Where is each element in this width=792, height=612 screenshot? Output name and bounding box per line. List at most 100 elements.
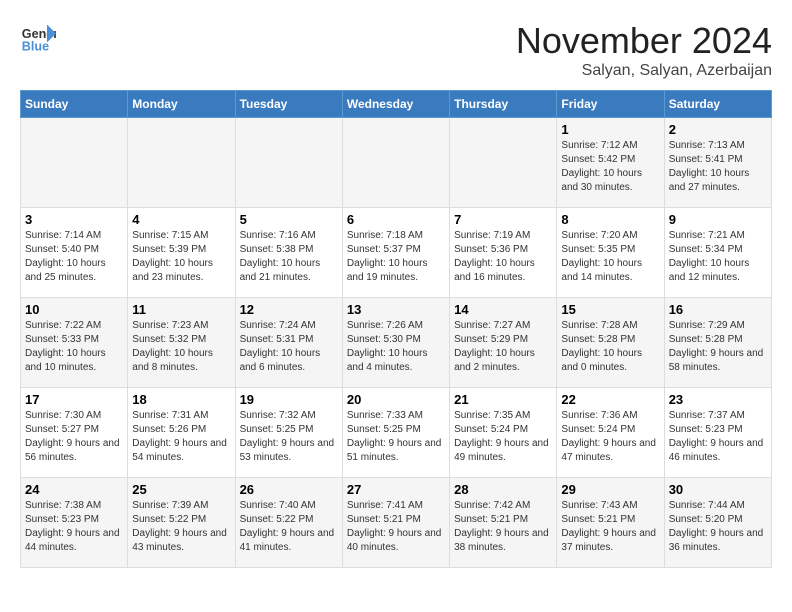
day-number: 16 (669, 302, 767, 317)
calendar-cell: 23 Sunrise: 7:37 AMSunset: 5:23 PMDayligh… (664, 388, 771, 478)
day-number: 21 (454, 392, 552, 407)
calendar-week-row: 1 Sunrise: 7:12 AMSunset: 5:42 PMDaylight… (21, 118, 772, 208)
calendar-week-row: 24 Sunrise: 7:38 AMSunset: 5:23 PMDayligh… (21, 478, 772, 568)
calendar-cell: 28 Sunrise: 7:42 AMSunset: 5:21 PMDayligh… (450, 478, 557, 568)
calendar-cell: 21 Sunrise: 7:35 AMSunset: 5:24 PMDayligh… (450, 388, 557, 478)
calendar-cell (342, 118, 449, 208)
calendar-week-row: 3Sunrise: 7:14 AMSunset: 5:40 PMDaylight… (21, 208, 772, 298)
day-info: Sunrise: 7:31 AMSunset: 5:26 PMDaylight:… (132, 409, 230, 465)
day-number: 11 (132, 302, 230, 317)
day-number: 30 (669, 482, 767, 497)
day-number: 19 (240, 392, 338, 407)
calendar-cell: 19 Sunrise: 7:32 AMSunset: 5:25 PMDayligh… (235, 388, 342, 478)
day-info: Sunrise: 7:37 AMSunset: 5:23 PMDaylight:… (669, 409, 767, 465)
day-number: 15 (561, 302, 659, 317)
calendar-cell: 15 Sunrise: 7:28 AMSunset: 5:28 PMDayligh… (557, 298, 664, 388)
day-info: Sunrise: 7:21 AMSunset: 5:34 PMDaylight:… (669, 229, 767, 285)
calendar-cell: 3Sunrise: 7:14 AMSunset: 5:40 PMDaylight… (21, 208, 128, 298)
location: Salyan, Salyan, Azerbaijan (516, 62, 772, 80)
day-number: 2 (669, 122, 767, 137)
weekday-header-row: SundayMondayTuesdayWednesdayThursdayFrid… (21, 91, 772, 118)
month-title: November 2024 (516, 20, 772, 62)
day-info: Sunrise: 7:15 AMSunset: 5:39 PMDaylight:… (132, 229, 230, 285)
calendar-cell: 27 Sunrise: 7:41 AMSunset: 5:21 PMDayligh… (342, 478, 449, 568)
calendar-cell: 26Sunrise: 7:40 AMSunset: 5:22 PMDayligh… (235, 478, 342, 568)
day-info: Sunrise: 7:20 AMSunset: 5:35 PMDaylight:… (561, 229, 659, 285)
logo-icon: General Blue (20, 20, 56, 56)
calendar-cell: 29Sunrise: 7:43 AMSunset: 5:21 PMDayligh… (557, 478, 664, 568)
weekday-header-monday: Monday (128, 91, 235, 118)
day-number: 22 (561, 392, 659, 407)
calendar-cell: 6 Sunrise: 7:18 AMSunset: 5:37 PMDaylight… (342, 208, 449, 298)
day-info: Sunrise: 7:26 AMSunset: 5:30 PMDaylight:… (347, 319, 445, 375)
svg-text:Blue: Blue (22, 40, 49, 54)
calendar-cell (21, 118, 128, 208)
page-header: General Blue November 2024 Salyan, Salya… (20, 20, 772, 80)
calendar-cell: 9 Sunrise: 7:21 AMSunset: 5:34 PMDaylight… (664, 208, 771, 298)
weekday-header-thursday: Thursday (450, 91, 557, 118)
calendar-cell: 1 Sunrise: 7:12 AMSunset: 5:42 PMDaylight… (557, 118, 664, 208)
day-number: 3 (25, 212, 123, 227)
day-info: Sunrise: 7:28 AMSunset: 5:28 PMDaylight:… (561, 319, 659, 375)
day-number: 13 (347, 302, 445, 317)
calendar-cell: 17Sunrise: 7:30 AMSunset: 5:27 PMDayligh… (21, 388, 128, 478)
calendar-cell: 14Sunrise: 7:27 AMSunset: 5:29 PMDayligh… (450, 298, 557, 388)
day-info: Sunrise: 7:44 AMSunset: 5:20 PMDaylight:… (669, 499, 767, 555)
weekday-header-sunday: Sunday (21, 91, 128, 118)
day-number: 27 (347, 482, 445, 497)
calendar-cell: 11Sunrise: 7:23 AMSunset: 5:32 PMDayligh… (128, 298, 235, 388)
day-number: 6 (347, 212, 445, 227)
calendar-table: SundayMondayTuesdayWednesdayThursdayFrid… (20, 90, 772, 568)
weekday-header-friday: Friday (557, 91, 664, 118)
day-number: 24 (25, 482, 123, 497)
day-info: Sunrise: 7:35 AMSunset: 5:24 PMDaylight:… (454, 409, 552, 465)
calendar-cell: 13 Sunrise: 7:26 AMSunset: 5:30 PMDayligh… (342, 298, 449, 388)
day-info: Sunrise: 7:36 AMSunset: 5:24 PMDaylight:… (561, 409, 659, 465)
calendar-cell: 4Sunrise: 7:15 AMSunset: 5:39 PMDaylight… (128, 208, 235, 298)
calendar-week-row: 10Sunrise: 7:22 AMSunset: 5:33 PMDayligh… (21, 298, 772, 388)
calendar-cell (450, 118, 557, 208)
calendar-cell: 20 Sunrise: 7:33 AMSunset: 5:25 PMDayligh… (342, 388, 449, 478)
day-number: 28 (454, 482, 552, 497)
day-number: 7 (454, 212, 552, 227)
calendar-cell: 7 Sunrise: 7:19 AMSunset: 5:36 PMDaylight… (450, 208, 557, 298)
day-number: 14 (454, 302, 552, 317)
day-number: 9 (669, 212, 767, 227)
weekday-header-saturday: Saturday (664, 91, 771, 118)
calendar-cell: 30 Sunrise: 7:44 AMSunset: 5:20 PMDayligh… (664, 478, 771, 568)
calendar-cell: 10Sunrise: 7:22 AMSunset: 5:33 PMDayligh… (21, 298, 128, 388)
title-block: November 2024 Salyan, Salyan, Azerbaijan (516, 20, 772, 80)
day-info: Sunrise: 7:33 AMSunset: 5:25 PMDaylight:… (347, 409, 445, 465)
day-number: 20 (347, 392, 445, 407)
calendar-cell (128, 118, 235, 208)
day-info: Sunrise: 7:19 AMSunset: 5:36 PMDaylight:… (454, 229, 552, 285)
day-number: 17 (25, 392, 123, 407)
calendar-cell (235, 118, 342, 208)
day-info: Sunrise: 7:12 AMSunset: 5:42 PMDaylight:… (561, 139, 659, 195)
day-info: Sunrise: 7:42 AMSunset: 5:21 PMDaylight:… (454, 499, 552, 555)
day-info: Sunrise: 7:13 AMSunset: 5:41 PMDaylight:… (669, 139, 767, 195)
logo: General Blue (20, 20, 56, 56)
day-info: Sunrise: 7:41 AMSunset: 5:21 PMDaylight:… (347, 499, 445, 555)
day-info: Sunrise: 7:24 AMSunset: 5:31 PMDaylight:… (240, 319, 338, 375)
day-number: 1 (561, 122, 659, 137)
day-info: Sunrise: 7:16 AMSunset: 5:38 PMDaylight:… (240, 229, 338, 285)
day-number: 18 (132, 392, 230, 407)
calendar-cell: 25Sunrise: 7:39 AMSunset: 5:22 PMDayligh… (128, 478, 235, 568)
calendar-week-row: 17Sunrise: 7:30 AMSunset: 5:27 PMDayligh… (21, 388, 772, 478)
day-info: Sunrise: 7:18 AMSunset: 5:37 PMDaylight:… (347, 229, 445, 285)
calendar-cell: 18 Sunrise: 7:31 AMSunset: 5:26 PMDayligh… (128, 388, 235, 478)
day-number: 26 (240, 482, 338, 497)
calendar-cell: 2 Sunrise: 7:13 AMSunset: 5:41 PMDaylight… (664, 118, 771, 208)
weekday-header-wednesday: Wednesday (342, 91, 449, 118)
day-info: Sunrise: 7:32 AMSunset: 5:25 PMDaylight:… (240, 409, 338, 465)
day-info: Sunrise: 7:38 AMSunset: 5:23 PMDaylight:… (25, 499, 123, 555)
day-number: 5 (240, 212, 338, 227)
day-number: 23 (669, 392, 767, 407)
calendar-cell: 16Sunrise: 7:29 AMSunset: 5:28 PMDayligh… (664, 298, 771, 388)
day-info: Sunrise: 7:43 AMSunset: 5:21 PMDaylight:… (561, 499, 659, 555)
day-number: 12 (240, 302, 338, 317)
day-info: Sunrise: 7:39 AMSunset: 5:22 PMDaylight:… (132, 499, 230, 555)
day-number: 8 (561, 212, 659, 227)
calendar-cell: 24 Sunrise: 7:38 AMSunset: 5:23 PMDayligh… (21, 478, 128, 568)
